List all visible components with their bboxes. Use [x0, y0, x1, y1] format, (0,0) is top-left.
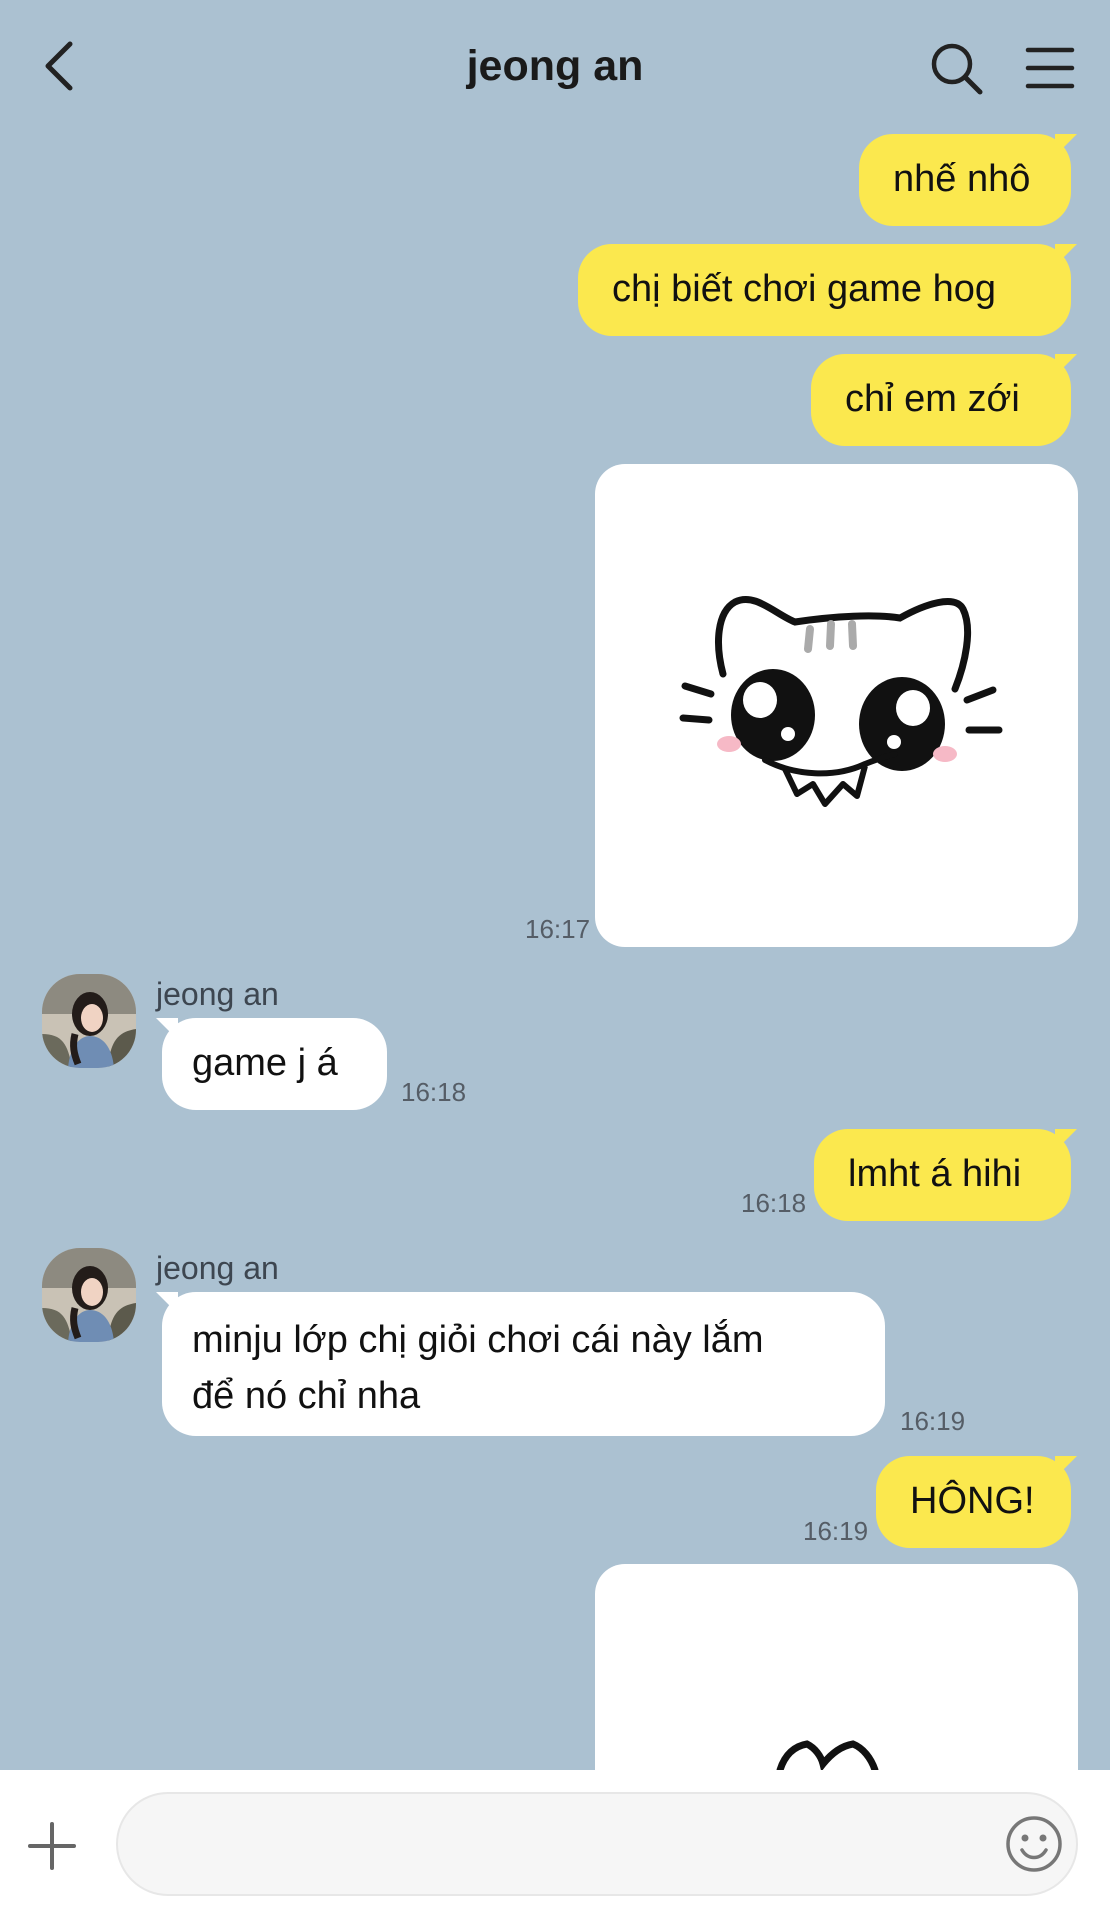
- avatar-photo-icon: [42, 1248, 136, 1342]
- hamburger-menu-icon: [1025, 47, 1075, 89]
- avatar-photo-icon: [42, 974, 136, 1068]
- chat-header: jeong an: [0, 0, 1110, 135]
- contact-avatar[interactable]: [42, 974, 136, 1068]
- search-button[interactable]: [928, 40, 984, 96]
- message-time: 16:19: [900, 1406, 966, 1436]
- menu-button[interactable]: [1024, 44, 1076, 92]
- search-icon: [931, 43, 983, 95]
- emoji-button[interactable]: [1004, 1814, 1064, 1874]
- my-message-bubble[interactable]: HÔNG!: [876, 1456, 1077, 1548]
- cat-sticker[interactable]: [595, 464, 1078, 947]
- cat-sticker-icon: [679, 596, 1003, 807]
- my-message-bubble[interactable]: chị biết chơi game hog: [578, 244, 1077, 336]
- my-message-bubble[interactable]: chỉ em zới: [811, 354, 1077, 446]
- sender-name: jeong an: [156, 1250, 279, 1286]
- emoji-icon: [1006, 1816, 1062, 1872]
- sender-name: jeong an: [156, 976, 279, 1012]
- plus-icon: [28, 1822, 76, 1870]
- message-input[interactable]: [116, 1792, 1078, 1896]
- message-line: minju lớp chị giỏi chơi cái này lắm: [192, 1319, 764, 1361]
- add-attachment-button[interactable]: [28, 1822, 76, 1870]
- my-message-bubble[interactable]: lmht á hihi: [814, 1129, 1077, 1221]
- message-time: 16:18: [741, 1188, 807, 1218]
- my-message-bubble[interactable]: nhế nhô: [859, 134, 1077, 226]
- their-message-bubble[interactable]: minju lớp chị giỏi chơi cái này lắm để n…: [156, 1292, 885, 1436]
- message-time: 16:18: [401, 1077, 467, 1107]
- message-time: 16:17: [525, 914, 591, 944]
- message-line: để nó chỉ nha: [192, 1375, 421, 1417]
- contact-avatar[interactable]: [42, 1248, 136, 1342]
- their-message-bubble[interactable]: game j á: [156, 1018, 387, 1110]
- message-time: 16:19: [803, 1516, 869, 1546]
- message-composer: [0, 1770, 1110, 1920]
